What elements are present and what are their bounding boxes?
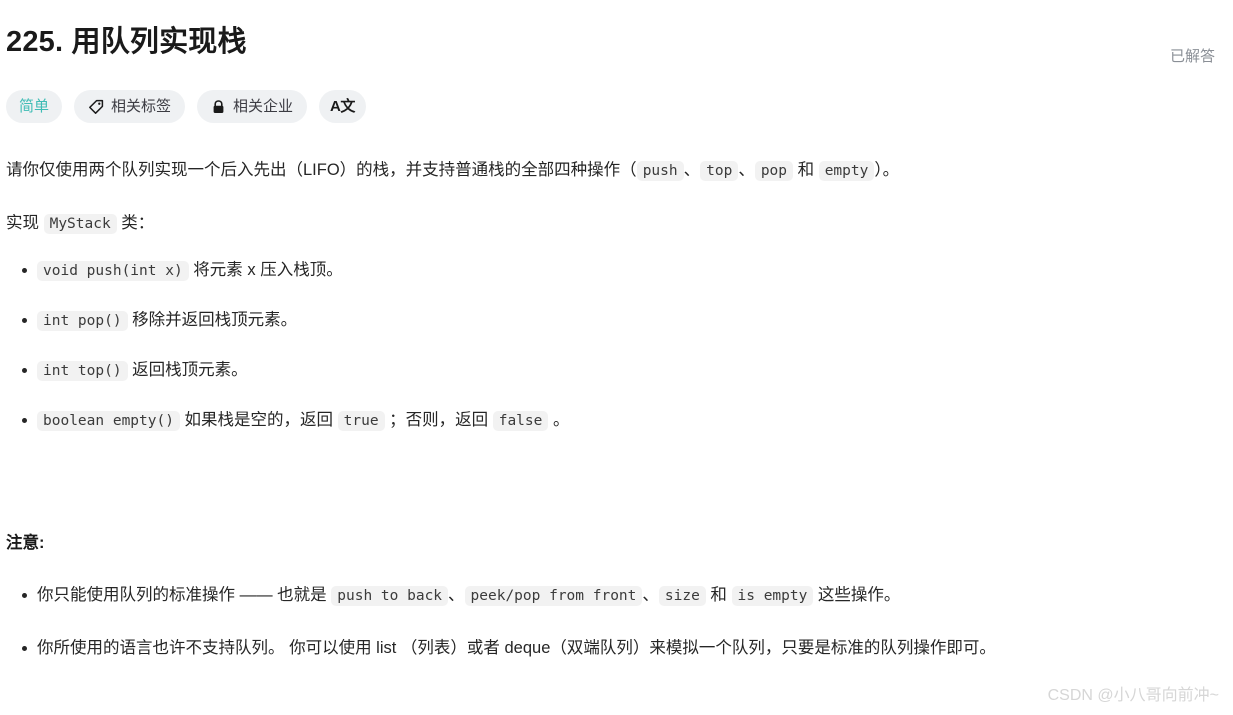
notice-list: 你只能使用队列的标准操作 —— 也就是 push to back、 peek/po… [6,580,1209,663]
problem-content: 请你仅使用两个队列实现一个后入先出（LIFO）的栈，并支持普通栈的全部四种操作（… [0,123,1233,663]
code-size: size [658,586,706,606]
notice-text-5: 这些操作。 [813,586,901,604]
related-companies-label: 相关企业 [233,98,294,115]
difficulty-badge[interactable]: 简单 [6,90,63,123]
intro-text-2: 、 [683,161,701,179]
tag-icon [88,99,104,115]
method-text-top: 返回栈顶元素。 [127,361,248,379]
notice-heading: 注意: [6,534,45,552]
code-peek-pop-from-front: peek/pop from front [464,586,643,606]
notice-section: 注意: 你只能使用队列的标准操作 —— 也就是 push to back、 pee… [6,528,1209,663]
implement-paragraph: 实现 MyStack 类： [6,208,1209,239]
list-item: int top() 返回栈顶元素。 [6,355,1209,386]
related-tags-button[interactable]: 相关标签 [74,90,186,123]
intro-paragraph: 请你仅使用两个队列实现一个后入先出（LIFO）的栈，并支持普通栈的全部四种操作（… [6,155,1209,186]
notice-text-3: 、 [642,586,659,604]
list-item: int pop() 移除并返回栈顶元素。 [6,305,1209,336]
code-void-push: void push(int x) [37,261,189,281]
method-text-empty-3: 。 [548,411,570,429]
intro-text-4: 和 [793,161,819,179]
intro-text-5: ）。 [874,161,900,179]
code-pop: pop [754,161,794,181]
lock-icon [211,99,226,115]
code-top: top [700,161,739,181]
method-text-pop: 移除并返回栈顶元素。 [127,311,298,329]
code-mystack: MyStack [43,214,117,234]
notice-text-1: 你只能使用队列的标准操作 —— 也就是 [37,586,332,604]
related-companies-button[interactable]: 相关企业 [197,90,308,123]
related-tags-label: 相关标签 [111,98,172,115]
code-is-empty: is empty [731,586,814,606]
difficulty-label: 简单 [19,98,50,115]
problem-page: 225. 用队列实现栈 已解答 简单 相关标签 相关企业 A文 请你仅使用两个队… [0,0,1233,715]
code-boolean-empty: boolean empty() [37,411,180,431]
code-int-pop: int pop() [37,311,128,331]
implement-text-1: 实现 [6,214,44,232]
code-int-top: int top() [37,361,128,381]
notice-text-2: 、 [448,586,465,604]
method-text-empty-2: ；否则，返回 [384,411,493,429]
list-item: boolean empty() 如果栈是空的，返回 true ；否则，返回 fa… [6,405,1209,436]
title-row: 225. 用队列实现栈 已解答 [0,0,1233,68]
translate-icon: A文 [330,98,355,115]
list-item: void push(int x) 将元素 x 压入栈顶。 [6,255,1209,286]
implement-text-2: 类： [116,214,155,232]
list-item: 你所使用的语言也许不支持队列。 你可以使用 list （列表）或者 deque（… [6,633,1209,663]
method-text-push: 将元素 x 压入栈顶。 [188,261,343,279]
method-list: void push(int x) 将元素 x 压入栈顶。 int pop() 移… [6,255,1209,436]
translate-toggle-button[interactable]: A文 [319,90,366,123]
code-empty: empty [818,161,875,181]
list-item: 你只能使用队列的标准操作 —— 也就是 push to back、 peek/po… [6,580,1209,611]
intro-text-3: 、 [738,161,755,179]
intro-text-1: 请你仅使用两个队列实现一个后入先出（LIFO）的栈，并支持普通栈的全部四种操作（ [6,161,637,179]
notice-text-4: 和 [705,586,732,604]
code-push-to-back: push to back [331,586,449,606]
method-text-empty-1: 如果栈是空的，返回 [179,411,338,429]
badge-row: 简单 相关标签 相关企业 A文 [0,68,1233,123]
code-true: true [337,411,385,431]
csdn-watermark: CSDN @小八哥向前冲~ [1047,687,1219,704]
code-push: push [636,161,684,181]
page-title: 225. 用队列实现栈 [6,26,247,58]
status-badge: 已解答 [1169,48,1215,65]
code-false: false [492,411,549,431]
